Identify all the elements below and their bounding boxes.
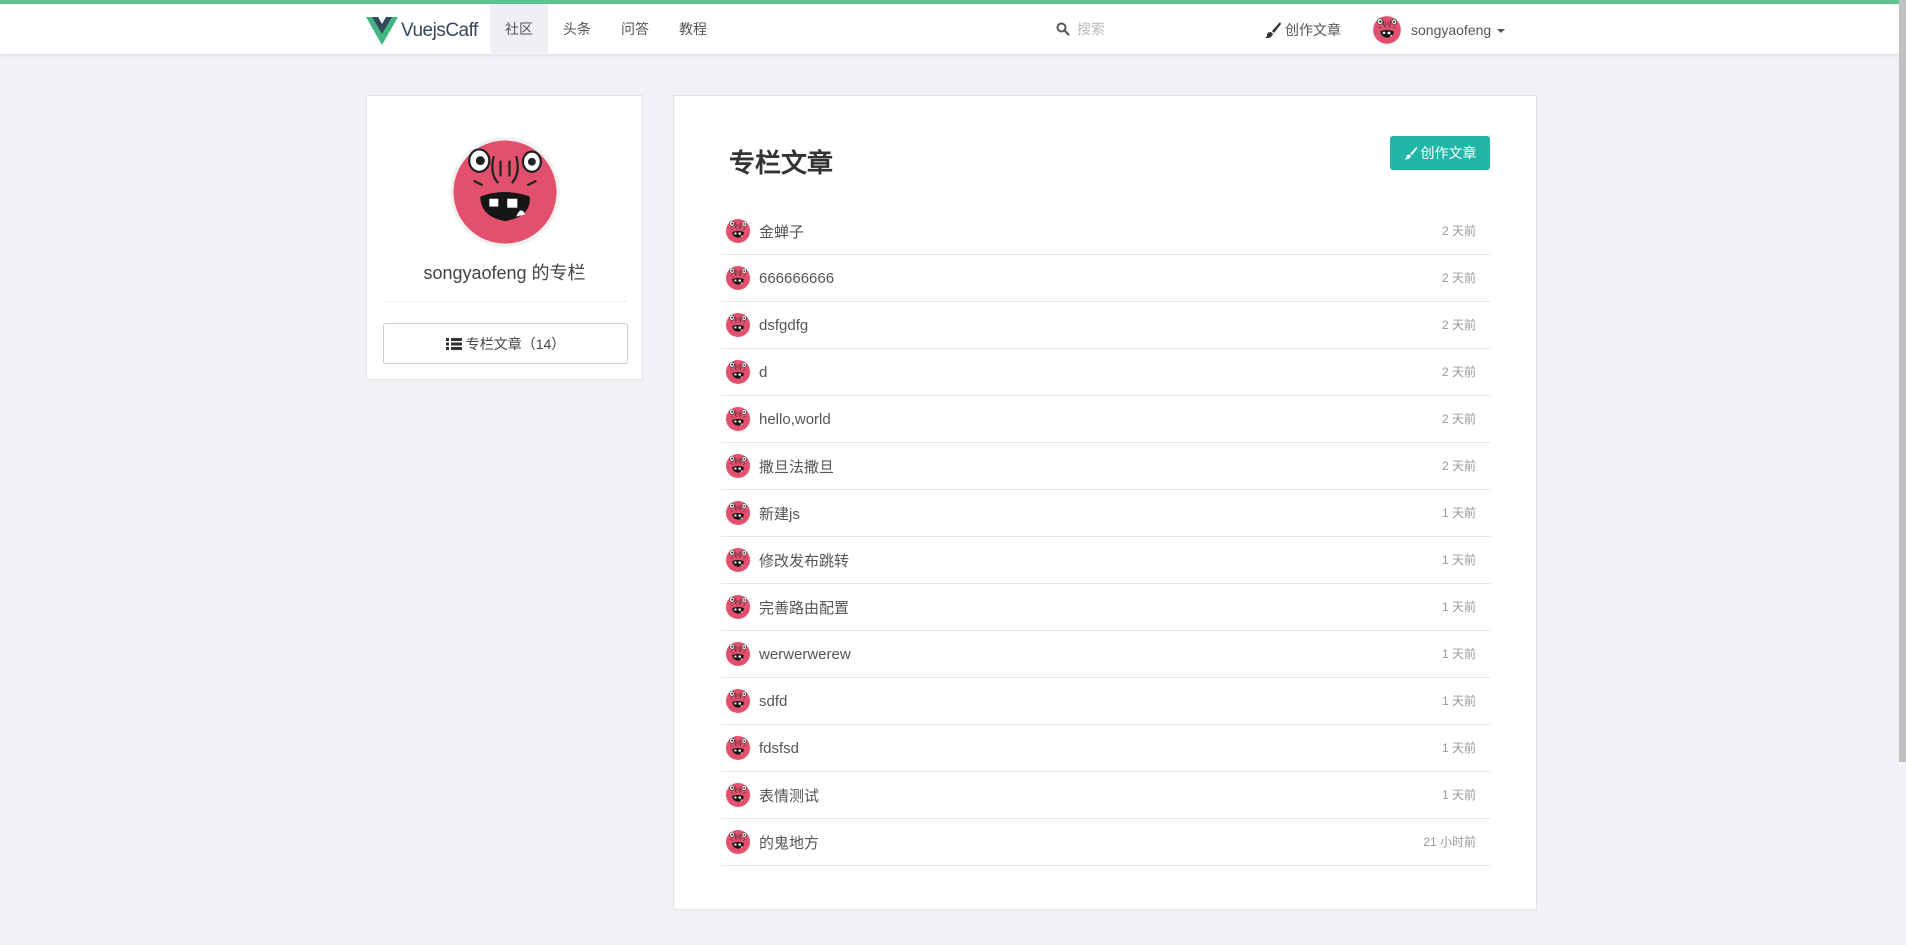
author-avatar <box>725 312 751 338</box>
main-nav: 社区 头条 问答 教程 <box>490 4 722 55</box>
article-time: 2 天前 <box>1441 365 1476 379</box>
page-scrollbar[interactable] <box>1899 0 1906 762</box>
list-item[interactable]: fdsfsd 1 天前 <box>721 725 1491 772</box>
list-item[interactable]: sdfd 1 天前 <box>721 678 1491 725</box>
list-icon <box>445 337 462 350</box>
article-time: 2 天前 <box>1441 224 1476 238</box>
list-item[interactable]: 金蝉子 2 天前 <box>721 208 1491 255</box>
article-title[interactable]: werwerwerew <box>759 646 851 663</box>
article-title[interactable]: d <box>759 364 767 381</box>
article-time: 2 天前 <box>1441 318 1476 332</box>
user-avatar <box>1372 15 1402 45</box>
author-avatar <box>725 218 751 244</box>
navbar: VuejsCaff 社区 头条 问答 教程 创作文章 songyaofeng <box>0 4 1906 55</box>
nav-create-label: 创作文章 <box>1285 21 1341 38</box>
article-time: 1 天前 <box>1441 694 1476 708</box>
create-article-label: 创作文章 <box>1420 145 1477 161</box>
article-time: 1 天前 <box>1441 553 1476 567</box>
article-title[interactable]: 撒旦法撒旦 <box>759 456 834 477</box>
author-avatar <box>725 359 751 385</box>
article-list: 金蝉子 2 天前 666666666 2 天前 dsfgdfg 2 天前 d 2… <box>721 208 1491 866</box>
nav-item-headlines[interactable]: 头条 <box>548 4 606 55</box>
search-icon <box>1056 22 1070 36</box>
article-time: 1 天前 <box>1441 506 1476 520</box>
article-title[interactable]: fdsfsd <box>759 740 799 757</box>
article-time: 1 天前 <box>1441 647 1476 661</box>
article-title[interactable]: 666666666 <box>759 270 834 287</box>
logo[interactable]: VuejsCaff <box>366 16 478 46</box>
list-item[interactable]: 撒旦法撒旦 2 天前 <box>721 443 1491 490</box>
article-time: 2 天前 <box>1441 271 1476 285</box>
author-avatar <box>725 547 751 573</box>
article-title[interactable]: sdfd <box>759 693 787 710</box>
article-title[interactable]: 新建js <box>759 503 800 524</box>
articles-panel: 专栏文章 创作文章 金蝉子 2 天前 666666666 2 天前 dsfgdf… <box>673 95 1537 910</box>
username: songyaofeng <box>1411 21 1492 38</box>
list-item[interactable]: d 2 天前 <box>721 349 1491 396</box>
author-avatar <box>725 641 751 667</box>
page-title: 专栏文章 <box>729 148 834 178</box>
user-menu[interactable]: songyaofeng <box>1372 4 1506 55</box>
column-title: songyaofeng 的专栏 <box>423 263 586 283</box>
article-time: 2 天前 <box>1441 412 1476 426</box>
article-time: 1 天前 <box>1441 600 1476 614</box>
brand-name: VuejsCaff <box>401 20 478 41</box>
nav-create-article-link[interactable]: 创作文章 <box>1264 4 1341 55</box>
author-avatar <box>725 594 751 620</box>
article-title[interactable]: 修改发布跳转 <box>759 550 849 571</box>
article-time: 21 小时前 <box>1423 835 1476 849</box>
author-avatar <box>725 782 751 808</box>
list-item[interactable]: 完善路由配置 1 天前 <box>721 584 1491 631</box>
article-time: 1 天前 <box>1441 788 1476 802</box>
author-avatar <box>725 453 751 479</box>
caret-down-icon <box>1497 28 1506 33</box>
list-item[interactable]: hello,world 2 天前 <box>721 396 1491 443</box>
article-title[interactable]: 表情测试 <box>759 785 819 806</box>
list-item[interactable]: 修改发布跳转 1 天前 <box>721 537 1491 584</box>
nav-item-community[interactable]: 社区 <box>490 4 548 55</box>
brush-icon <box>1265 21 1281 38</box>
brush-icon <box>1404 146 1417 160</box>
author-avatar <box>725 406 751 432</box>
list-item[interactable]: 新建js 1 天前 <box>721 490 1491 537</box>
article-title[interactable]: dsfgdfg <box>759 317 808 334</box>
list-item[interactable]: 666666666 2 天前 <box>721 255 1491 302</box>
article-title[interactable]: 金蝉子 <box>759 221 804 242</box>
list-item[interactable]: 表情测试 1 天前 <box>721 772 1491 819</box>
article-title[interactable]: 的鬼地方 <box>759 832 819 853</box>
article-time: 2 天前 <box>1441 459 1476 473</box>
column-articles-button[interactable]: 专栏文章（14） <box>383 323 628 364</box>
list-item[interactable]: werwerwerew 1 天前 <box>721 631 1491 678</box>
nav-item-tutorials[interactable]: 教程 <box>664 4 722 55</box>
search-input[interactable] <box>1077 21 1227 37</box>
vue-logo-icon <box>366 17 398 45</box>
list-item[interactable]: 的鬼地方 21 小时前 <box>721 819 1491 866</box>
column-avatar <box>449 136 561 248</box>
author-avatar <box>725 688 751 714</box>
search-box <box>1056 18 1227 40</box>
author-avatar <box>725 500 751 526</box>
column-sidebar: songyaofeng 的专栏 专栏文章（14） <box>366 95 643 380</box>
author-avatar <box>725 265 751 291</box>
column-articles-label: 专栏文章（14） <box>465 335 566 352</box>
article-title[interactable]: hello,world <box>759 411 831 428</box>
create-article-button[interactable]: 创作文章 <box>1390 136 1490 170</box>
list-item[interactable]: dsfgdfg 2 天前 <box>721 302 1491 349</box>
author-avatar <box>725 735 751 761</box>
divider <box>383 301 628 302</box>
article-time: 1 天前 <box>1441 741 1476 755</box>
nav-item-qa[interactable]: 问答 <box>606 4 664 55</box>
author-avatar <box>725 829 751 855</box>
article-title[interactable]: 完善路由配置 <box>759 597 849 618</box>
